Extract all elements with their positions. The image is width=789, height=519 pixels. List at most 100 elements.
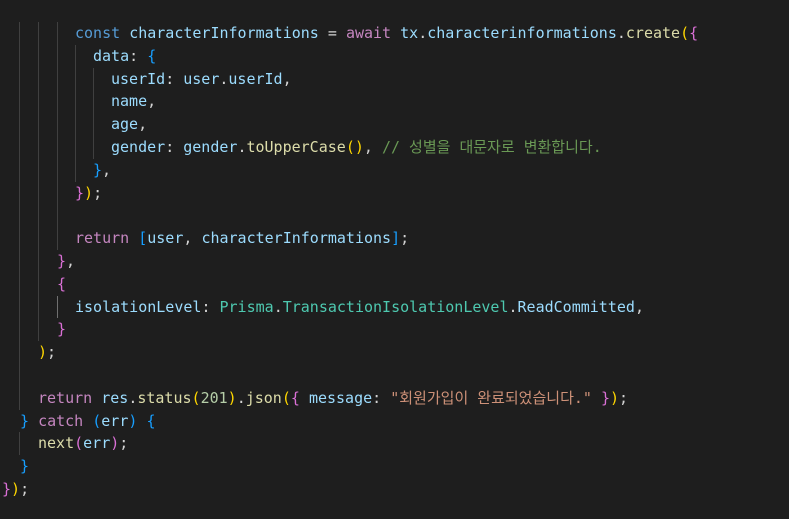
- code-token: {: [689, 24, 699, 42]
- indent-guide: [19, 295, 20, 319]
- code-token: ): [227, 388, 237, 407]
- code-token: ;: [20, 479, 30, 498]
- code-line[interactable]: name,: [0, 90, 789, 114]
- indent-guide: [93, 135, 94, 159]
- code-line-text: age,: [111, 113, 147, 136]
- indent-guide: [38, 204, 39, 228]
- code-token: ): [11, 479, 21, 498]
- code-line-text: }: [57, 318, 66, 341]
- code-token: ;: [47, 343, 57, 362]
- code-line[interactable]: });: [0, 181, 789, 205]
- code-line[interactable]: return [user, characterInformations];: [0, 227, 789, 250]
- code-token: // 성별을 대문자로 변환합니다.: [381, 137, 602, 156]
- code-token: }: [2, 479, 12, 498]
- code-token: }: [57, 320, 67, 339]
- code-line[interactable]: const characterInformations = await tx.c…: [0, 22, 789, 45]
- indent-guide: [57, 67, 58, 91]
- code-token: await: [345, 24, 392, 42]
- indent-guide: [38, 90, 39, 114]
- code-token: .: [128, 388, 138, 407]
- code-line[interactable]: data: {: [0, 44, 789, 68]
- code-token: status: [137, 388, 192, 407]
- indent-guide: [93, 67, 94, 91]
- code-token: json: [245, 388, 282, 407]
- code-token: ,: [634, 297, 644, 316]
- code-token: "회원가입이 완료되었습니다.": [390, 388, 592, 407]
- code-line-text: });: [2, 478, 29, 501]
- code-token: ): [84, 183, 94, 202]
- code-token: ;: [619, 388, 629, 407]
- indent-guide: [57, 227, 58, 250]
- indent-guide: [38, 181, 39, 205]
- indent-guide: [38, 67, 39, 91]
- editor-bottom-edge: [0, 507, 789, 519]
- code-line[interactable]: }: [0, 455, 789, 478]
- indent-guide: [57, 22, 58, 45]
- code-line-text: } catch (err) {: [20, 410, 155, 433]
- indent-guide: [38, 227, 39, 250]
- code-token: tx: [400, 24, 419, 42]
- code-token: .: [508, 297, 518, 316]
- code-token: ,: [282, 69, 292, 88]
- code-lines[interactable]: const characterInformations = await tx.c…: [0, 22, 789, 501]
- code-line-text: isolationLevel: Prisma.TransactionIsolat…: [75, 296, 644, 319]
- indent-guide: [38, 272, 39, 296]
- code-token: next: [38, 434, 75, 453]
- indent-guide: [38, 158, 39, 182]
- indent-guide: [38, 135, 39, 159]
- code-token: }: [20, 457, 30, 476]
- indent-guide: [19, 272, 20, 296]
- code-line[interactable]: }: [0, 318, 789, 342]
- code-token: ReadCommitted: [517, 297, 635, 316]
- code-token: user: [183, 69, 220, 88]
- code-line[interactable]: [0, 363, 789, 387]
- indent-guide: [75, 44, 76, 68]
- code-token: :: [201, 297, 220, 316]
- code-token: :: [165, 137, 184, 156]
- code-token: name: [111, 92, 148, 111]
- code-token: ,: [147, 92, 157, 111]
- indent-guide: [57, 90, 58, 114]
- code-line[interactable]: },: [0, 158, 789, 182]
- code-token: (: [191, 388, 201, 407]
- code-editor[interactable]: const characterInformations = await tx.c…: [0, 0, 789, 519]
- code-line[interactable]: } catch (err) {: [0, 410, 789, 433]
- code-token: {: [146, 411, 156, 430]
- indent-guide: [19, 363, 20, 387]
- code-line[interactable]: );: [0, 341, 789, 364]
- code-token: }: [20, 411, 30, 430]
- code-token: age: [111, 115, 139, 134]
- code-line[interactable]: {: [0, 272, 789, 296]
- code-line[interactable]: },: [0, 249, 789, 273]
- indent-guide: [75, 67, 76, 91]
- code-token: characterInformations: [201, 229, 392, 248]
- code-line[interactable]: gender: gender.toUpperCase(), // 성별을 대문자…: [0, 135, 789, 159]
- code-token: :: [372, 388, 391, 407]
- code-line[interactable]: });: [0, 478, 789, 501]
- indent-guide: [38, 318, 39, 342]
- code-token: TransactionIsolationLevel: [282, 297, 509, 316]
- code-line[interactable]: userId: user.userId,: [0, 67, 789, 91]
- code-token: ]: [391, 229, 401, 248]
- code-token: (): [345, 137, 364, 156]
- code-line-text: {: [57, 273, 66, 296]
- code-line[interactable]: [0, 204, 789, 228]
- code-line-text: return [user, characterInformations];: [75, 227, 409, 250]
- code-token: (: [680, 24, 690, 42]
- indent-guide: [19, 22, 20, 45]
- code-token: (: [281, 388, 291, 407]
- code-line[interactable]: return res.status(201).json({ message: "…: [0, 386, 789, 410]
- code-line[interactable]: next(err);: [0, 432, 789, 456]
- code-line-text: }: [20, 455, 29, 478]
- indent-guide: [38, 44, 39, 68]
- indent-guide: [38, 22, 39, 45]
- code-line[interactable]: age,: [0, 113, 789, 136]
- code-token: {: [147, 46, 157, 65]
- code-token: message: [308, 388, 373, 407]
- code-line[interactable]: isolationLevel: Prisma.TransactionIsolat…: [0, 295, 789, 319]
- code-token: userId: [111, 69, 166, 88]
- code-line-text: userId: user.userId,: [111, 68, 292, 91]
